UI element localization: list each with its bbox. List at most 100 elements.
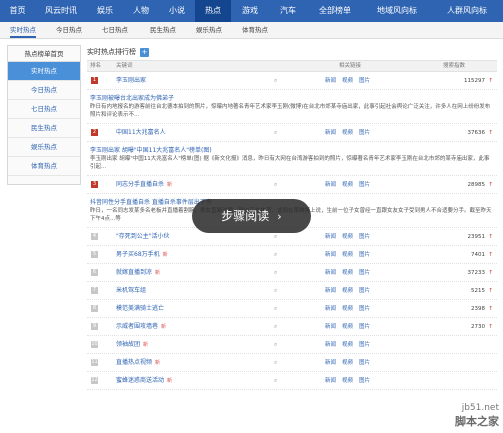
news-link[interactable]: 新闻 <box>325 270 336 276</box>
video-link[interactable]: 视频 <box>342 270 353 276</box>
news-link[interactable]: 新闻 <box>325 378 336 384</box>
keyword-link[interactable]: 直播热点视频新 <box>116 354 160 372</box>
search-icon[interactable]: ⌕ <box>274 72 277 90</box>
news-link[interactable]: 新闻 <box>325 342 336 348</box>
search-icon[interactable]: ⌕ <box>274 318 277 336</box>
image-link[interactable]: 图片 <box>359 306 370 312</box>
image-link[interactable]: 图片 <box>359 130 370 136</box>
subnav-item-sports[interactable]: 体育热点 <box>242 22 268 38</box>
topnav-item-novel[interactable]: 小说 <box>159 0 195 22</box>
sidebar-item-week[interactable]: 七日热点 <box>8 100 80 119</box>
subnav-item-week[interactable]: 七日热点 <box>102 22 128 38</box>
news-link[interactable]: 新闻 <box>325 324 336 330</box>
video-link[interactable]: 视频 <box>342 342 353 348</box>
subnav-item-realtime[interactable]: 实时热点 <box>10 22 36 38</box>
keyword-link[interactable]: 李玉刚出家 <box>116 72 149 90</box>
add-icon[interactable]: + <box>140 47 149 57</box>
topnav-item-crowd[interactable]: 人群风向标 <box>431 0 503 22</box>
sidebar-item-entertainment[interactable]: 娱乐热点 <box>8 138 80 157</box>
image-link[interactable]: 图片 <box>359 288 370 294</box>
search-icon[interactable]: ⌕ <box>274 282 277 300</box>
sidebar-item-realtime[interactable]: 实时热点 <box>8 62 80 81</box>
video-link[interactable]: 视频 <box>342 182 353 188</box>
news-link[interactable]: 新闻 <box>325 288 336 294</box>
subnav-item-livelihood[interactable]: 民生热点 <box>150 22 176 38</box>
image-link[interactable]: 图片 <box>359 78 370 84</box>
topnav-item-news[interactable]: 风云时讯 <box>35 0 87 22</box>
video-link[interactable]: 视频 <box>342 234 353 240</box>
news-link[interactable]: 新闻 <box>325 78 336 84</box>
table-header: 排名 关键词 相关链接 搜索指数 <box>87 60 497 72</box>
news-link[interactable]: 新闻 <box>325 360 336 366</box>
image-link[interactable]: 图片 <box>359 324 370 330</box>
header-index: 搜索指数 <box>443 63 466 69</box>
search-icon[interactable]: ⌕ <box>274 176 277 194</box>
news-link[interactable]: 新闻 <box>325 306 336 312</box>
sidebar-item-today[interactable]: 今日热点 <box>8 81 80 100</box>
image-link[interactable]: 图片 <box>359 360 370 366</box>
news-link[interactable]: 新闻 <box>325 182 336 188</box>
video-link[interactable]: 视频 <box>342 378 353 384</box>
ranking-title: 实时热点排行榜 <box>87 48 136 56</box>
topnav-item-game[interactable]: 游戏 <box>231 0 269 22</box>
related-links: 新闻 视频 图片 <box>325 176 376 194</box>
video-link[interactable]: 视频 <box>342 324 353 330</box>
keyword-link[interactable]: 示威者围攻墙巷新 <box>116 318 166 336</box>
search-index: 28985 <box>467 182 486 188</box>
topnav-item-ent[interactable]: 娱乐 <box>87 0 123 22</box>
video-link[interactable]: 视频 <box>342 78 353 84</box>
image-link[interactable]: 图片 <box>359 342 370 348</box>
topnav-item-people[interactable]: 人物 <box>123 0 159 22</box>
search-icon[interactable]: ⌕ <box>274 336 277 354</box>
topnav-item-car[interactable]: 汽车 <box>269 0 307 22</box>
search-icon[interactable]: ⌕ <box>274 354 277 372</box>
top-nav: 首页 风云时讯 娱乐 人物 小说 热点 游戏 汽车 全部榜单 地域风向标 人群风… <box>0 0 503 22</box>
keyword-link[interactable]: 米机驾车组 <box>116 282 149 300</box>
topnav-item-all[interactable]: 全部榜单 <box>307 0 363 22</box>
news-link[interactable]: 新闻 <box>325 234 336 240</box>
news-link[interactable]: 新闻 <box>325 252 336 258</box>
related-links: 新闻 视频 图片 <box>325 372 376 390</box>
watermark-brand: 脚本之家 <box>455 415 499 428</box>
new-badge: 新 <box>167 378 173 384</box>
search-icon[interactable]: ⌕ <box>274 264 277 282</box>
image-link[interactable]: 图片 <box>359 182 370 188</box>
search-icon[interactable]: ⌕ <box>274 300 277 318</box>
subnav-item-entertainment[interactable]: 娱乐热点 <box>196 22 222 38</box>
sidebar-title[interactable]: 热点榜单首页 <box>8 46 80 62</box>
video-link[interactable]: 视频 <box>342 288 353 294</box>
snippet-title-link[interactable]: 李玉刚出家 胡曝"中国11大兆富名人"榜单(图) <box>90 146 494 155</box>
keyword-link[interactable]: 就嫁直播到凉新 <box>116 264 160 282</box>
video-link[interactable]: 视频 <box>342 252 353 258</box>
video-link[interactable]: 视频 <box>342 130 353 136</box>
sidebar-item-livelihood[interactable]: 民生热点 <box>8 119 80 138</box>
search-icon[interactable]: ⌕ <box>274 372 277 390</box>
keyword-link[interactable]: 男子买68万手机新 <box>116 246 168 264</box>
image-link[interactable]: 图片 <box>359 270 370 276</box>
image-link[interactable]: 图片 <box>359 378 370 384</box>
keyword-link[interactable]: 蜜蜂迷惑商送活动新 <box>116 372 172 390</box>
keyword-link[interactable]: 中国11大兆富名人 <box>116 124 169 142</box>
related-links: 新闻 视频 图片 <box>325 246 376 264</box>
video-link[interactable]: 视频 <box>342 360 353 366</box>
sidebar-item-sports[interactable]: 体育热点 <box>8 157 80 176</box>
topnav-item-hot[interactable]: 热点 <box>195 0 231 22</box>
search-icon[interactable]: ⌕ <box>274 124 277 142</box>
topnav-item-region[interactable]: 地域风向标 <box>363 0 431 22</box>
keyword-link[interactable]: 领袖故团新 <box>116 336 148 354</box>
image-link[interactable]: 图片 <box>359 252 370 258</box>
keyword-link[interactable]: 同志分手直播自杀新 <box>116 176 172 194</box>
related-links: 新闻 视频 图片 <box>325 72 376 90</box>
keyword-link[interactable]: "存死到公主"活小伙 <box>116 228 173 246</box>
image-link[interactable]: 图片 <box>359 234 370 240</box>
search-index: 115297 <box>464 78 485 84</box>
keyword-link[interactable]: 模范美满骑士逃亡 <box>116 300 167 318</box>
news-link[interactable]: 新闻 <box>325 130 336 136</box>
search-icon[interactable]: ⌕ <box>274 246 277 264</box>
related-links: 新闻 视频 图片 <box>325 228 376 246</box>
snippet-title-link[interactable]: 李玉刚被曝台北出家成为佛弟子 <box>90 94 494 103</box>
subnav-item-today[interactable]: 今日热点 <box>56 22 82 38</box>
step-read-button[interactable]: 步骤阅读 › <box>192 199 311 233</box>
topnav-item-home[interactable]: 首页 <box>0 0 35 22</box>
video-link[interactable]: 视频 <box>342 306 353 312</box>
